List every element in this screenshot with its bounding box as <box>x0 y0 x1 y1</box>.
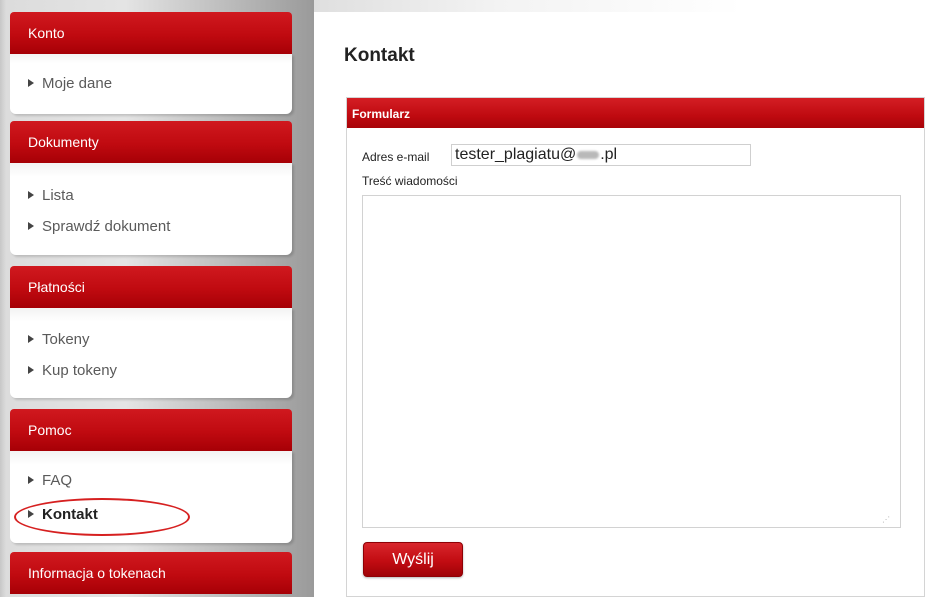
triangle-right-icon <box>28 191 34 200</box>
resize-grip-icon[interactable]: ⋰ <box>882 515 890 524</box>
top-band <box>314 0 927 12</box>
sidebar-section-dokumenty: Dokumenty Lista Sprawdź dokument <box>10 121 292 255</box>
section-header-informacja-o-tokenach[interactable]: Informacja o tokenach <box>10 552 292 594</box>
triangle-right-icon <box>28 222 34 231</box>
sidebar-item-label: FAQ <box>42 472 73 489</box>
sidebar-section-platnosci: Płatności Tokeny Kup tokeny <box>10 266 292 398</box>
sidebar-item-kontakt[interactable]: Kontakt <box>28 503 98 527</box>
sidebar-item-label: Sprawdź dokument <box>42 218 171 235</box>
triangle-right-icon <box>28 510 34 519</box>
redacted-domain-blur <box>577 150 600 159</box>
send-button[interactable]: Wyślij <box>363 542 463 577</box>
main-content: Kontakt Formularz Adres e-mail tester_pl… <box>314 12 927 597</box>
triangle-right-icon <box>28 366 34 375</box>
section-header-pomoc[interactable]: Pomoc <box>10 409 292 451</box>
message-label: Treść wiadomości <box>362 174 458 188</box>
sidebar-item-faq[interactable]: FAQ <box>28 469 72 493</box>
section-body-dokumenty: Lista Sprawdź dokument <box>10 163 292 255</box>
email-field[interactable]: tester_plagiatu@ .pl <box>451 144 751 166</box>
sidebar-item-kup-tokeny[interactable]: Kup tokeny <box>28 359 117 383</box>
message-textarea[interactable] <box>362 195 901 528</box>
section-header-platnosci[interactable]: Płatności <box>10 266 292 308</box>
sidebar-item-label: Moje dane <box>42 75 113 92</box>
triangle-right-icon <box>28 79 34 88</box>
sidebar-item-label: Kup tokeny <box>42 362 118 379</box>
sidebar-section-informacja: Informacja o tokenach <box>10 552 292 594</box>
form-header: Formularz <box>347 98 924 128</box>
triangle-right-icon <box>28 335 34 344</box>
contact-form: Formularz Adres e-mail tester_plagiatu@.… <box>346 97 925 597</box>
sidebar-section-pomoc: Pomoc FAQ Kontakt <box>10 409 292 543</box>
sidebar-item-lista[interactable]: Lista <box>28 184 74 208</box>
sidebar-item-label: Kontakt <box>42 506 98 523</box>
sidebar-item-moje-dane[interactable]: Moje dane <box>28 72 112 96</box>
triangle-right-icon <box>28 476 34 485</box>
sidebar-section-konto: Konto Moje dane <box>10 12 292 114</box>
sidebar-item-sprawdz-dokument[interactable]: Sprawdź dokument <box>28 215 170 239</box>
section-body-platnosci: Tokeny Kup tokeny <box>10 308 292 398</box>
email-value-prefix: tester_plagiatu@ <box>455 146 577 163</box>
sidebar-item-tokeny[interactable]: Tokeny <box>28 328 90 352</box>
email-value-suffix: .pl <box>600 146 618 163</box>
sidebar-item-label: Tokeny <box>42 331 90 348</box>
email-label: Adres e-mail <box>362 150 430 164</box>
section-body-konto: Moje dane <box>10 54 292 114</box>
section-body-pomoc: FAQ Kontakt <box>10 451 292 543</box>
section-header-dokumenty[interactable]: Dokumenty <box>10 121 292 163</box>
page-title: Kontakt <box>344 45 415 66</box>
sidebar-item-label: Lista <box>42 187 74 204</box>
section-header-konto[interactable]: Konto <box>10 12 292 54</box>
